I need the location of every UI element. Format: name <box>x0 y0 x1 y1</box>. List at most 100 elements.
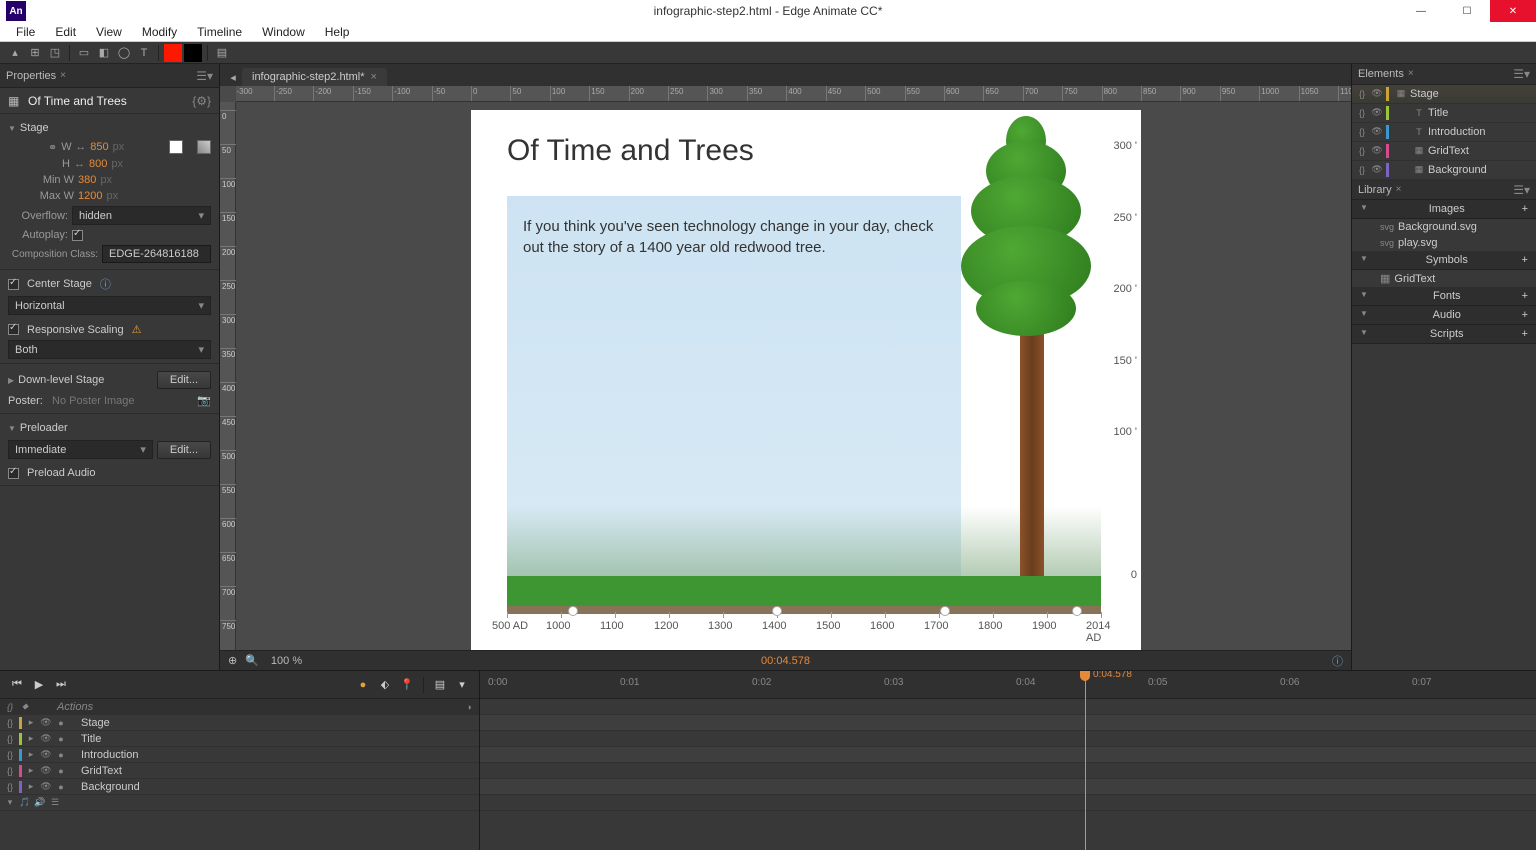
element-row[interactable]: {}👁TIntroduction <box>1352 123 1536 142</box>
width-value[interactable]: 850 <box>90 141 108 153</box>
menu-modify[interactable]: Modify <box>134 23 185 41</box>
tl-more-icon[interactable]: ▾ <box>453 676 471 694</box>
ground <box>507 576 1101 606</box>
autoplay-checkbox[interactable] <box>72 230 83 241</box>
center-stage-checkbox[interactable] <box>8 279 19 290</box>
library-image-item[interactable]: svgBackground.svg <box>1352 219 1536 235</box>
canvas-area: ◂ infographic-step2.html*× -300-250-200-… <box>220 64 1351 670</box>
menu-file[interactable]: File <box>8 23 43 41</box>
tab-close-icon[interactable]: × <box>371 71 377 83</box>
camera-icon[interactable]: 📷 <box>197 394 211 407</box>
close-button[interactable]: ✕ <box>1490 0 1536 22</box>
library-image-item[interactable]: svgplay.svg <box>1352 235 1536 251</box>
preloader-edit-button[interactable]: Edit... <box>157 441 211 459</box>
clip-tool-icon[interactable]: ◳ <box>46 44 64 62</box>
selection-tool-icon[interactable]: ▴ <box>6 44 24 62</box>
preloader-header[interactable]: Preloader <box>8 418 211 438</box>
element-row[interactable]: {}👁▦Stage <box>1352 85 1536 104</box>
x-axis: 500 AD1000110012001300140015001600170018… <box>507 612 1101 642</box>
tl-play-icon[interactable]: ▶ <box>30 676 48 694</box>
fit-icon[interactable]: ⊕ <box>228 654 237 667</box>
timeline-layer[interactable]: {}▸👁●Stage <box>0 715 479 731</box>
library-scripts-header[interactable]: Scripts+ <box>1352 325 1536 344</box>
roundrect-tool-icon[interactable]: ◧ <box>95 44 113 62</box>
menu-help[interactable]: Help <box>317 23 358 41</box>
transform-tool-icon[interactable]: ⊞ <box>26 44 44 62</box>
timeline-ruler[interactable]: 0:000:010:020:030:040:050:060:07 <box>480 671 1536 699</box>
lock-aspect-icon[interactable]: ⚭ <box>48 141 57 154</box>
downlevel-edit-button[interactable]: Edit... <box>157 371 211 389</box>
stroke-color-swatch[interactable] <box>184 44 202 62</box>
element-row[interactable]: {}👁▦Background <box>1352 161 1536 180</box>
center-stage-select[interactable]: Horizontal <box>8 296 211 315</box>
menu-edit[interactable]: Edit <box>47 23 84 41</box>
timeline-layer[interactable]: {}▸👁●Introduction <box>0 747 479 763</box>
actions-icon[interactable]: {⚙} <box>192 94 211 108</box>
preload-audio-checkbox[interactable] <box>8 468 19 479</box>
image-swatch[interactable] <box>197 140 211 154</box>
menu-window[interactable]: Window <box>254 23 313 41</box>
responsive-checkbox[interactable] <box>8 324 19 335</box>
stage[interactable]: Of Time and Trees If you think you've se… <box>471 110 1141 650</box>
ellipse-tool-icon[interactable]: ◯ <box>115 44 133 62</box>
element-row[interactable]: {}👁▦GridText <box>1352 142 1536 161</box>
ruler-horizontal: -300-250-200-150-100-5005010015020025030… <box>236 86 1351 102</box>
tl-ease-icon[interactable]: ▤ <box>431 676 449 694</box>
height-value[interactable]: 800 <box>89 158 107 170</box>
zoom-icon[interactable]: 🔍 <box>245 654 259 667</box>
menu-view[interactable]: View <box>88 23 130 41</box>
elements-menu-icon[interactable]: ☰▾ <box>1513 67 1530 81</box>
tl-toggle-icon[interactable]: ⬖ <box>376 676 394 694</box>
menu-timeline[interactable]: Timeline <box>189 23 250 41</box>
library-symbol-item[interactable]: ▦GridText <box>1352 270 1536 287</box>
tl-end-icon[interactable]: ⏭ <box>52 676 70 694</box>
minw-value[interactable]: 380 <box>78 174 96 186</box>
stage-title-text: Of Time and Trees <box>507 134 754 168</box>
timeline-layer[interactable]: {}▸👁●Background <box>0 779 479 795</box>
tl-pin-icon[interactable]: 📍 <box>398 676 416 694</box>
timeline-panel: ⏮ ▶ ⏭ ● ⬖ 📍 ▤ ▾ {}⬥ Actions◑ {}▸👁●Stage{… <box>0 670 1536 850</box>
timeline-layer[interactable]: {}▸👁●Title <box>0 731 479 747</box>
properties-panel-header[interactable]: Properties×☰▾ <box>0 64 219 88</box>
text-tool-icon[interactable]: T <box>135 44 153 62</box>
library-fonts-header[interactable]: Fonts+ <box>1352 287 1536 306</box>
library-audio-header[interactable]: Audio+ <box>1352 306 1536 325</box>
timeline-layer[interactable]: {}▸👁●GridText <box>0 763 479 779</box>
panel-menu-icon[interactable]: ☰▾ <box>196 69 213 83</box>
add-icon[interactable]: + <box>1522 203 1528 215</box>
ruler-vertical: -500501001502002503003504004505005506006… <box>220 102 236 650</box>
fill-color-swatch[interactable] <box>164 44 182 62</box>
minimize-button[interactable]: — <box>1398 0 1444 22</box>
library-menu-icon[interactable]: ☰▾ <box>1513 183 1530 197</box>
composition-class-input[interactable]: EDGE-264816188 <box>102 245 211 263</box>
status-info-icon[interactable]: ⓘ <box>1332 653 1343 669</box>
window-title: infographic-step2.html - Edge Animate CC… <box>654 4 883 18</box>
tab-back-icon[interactable]: ◂ <box>224 68 242 86</box>
playhead[interactable]: 0:04.578 <box>1085 671 1086 850</box>
bgcolor-swatch[interactable] <box>169 140 183 154</box>
rect-tool-icon[interactable]: ▭ <box>75 44 93 62</box>
responsive-select[interactable]: Both <box>8 340 211 359</box>
layout-tool-icon[interactable]: ▤ <box>213 44 231 62</box>
y-axis: 300 '250 '200 '150 '100 '0 <box>1101 140 1141 604</box>
warning-icon[interactable]: ⚠ <box>132 323 142 336</box>
elements-panel-header[interactable]: Elements×☰▾ <box>1352 64 1536 85</box>
document-tab[interactable]: infographic-step2.html*× <box>242 68 387 86</box>
preloader-select[interactable]: Immediate <box>8 440 153 459</box>
maximize-button[interactable]: ☐ <box>1444 0 1490 22</box>
current-time: 00:04.578 <box>761 655 810 667</box>
zoom-value[interactable]: 100 % <box>271 655 302 667</box>
maxw-value[interactable]: 1200 <box>78 190 102 202</box>
window-titlebar: An infographic-step2.html - Edge Animate… <box>0 0 1536 22</box>
downlevel-header[interactable]: Down-level Stage <box>8 370 153 390</box>
overflow-select[interactable]: hidden <box>72 206 211 225</box>
tl-autokey-icon[interactable]: ● <box>354 676 372 694</box>
library-symbols-header[interactable]: Symbols+ <box>1352 251 1536 270</box>
library-panel-header[interactable]: Library×☰▾ <box>1352 180 1536 201</box>
element-row[interactable]: {}👁TTitle <box>1352 104 1536 123</box>
tl-rewind-icon[interactable]: ⏮ <box>8 676 26 694</box>
menubar: File Edit View Modify Timeline Window He… <box>0 22 1536 42</box>
stage-section-header[interactable]: Stage <box>8 118 211 138</box>
info-icon[interactable]: ⓘ <box>100 276 111 292</box>
library-images-header[interactable]: Images+ <box>1352 200 1536 219</box>
